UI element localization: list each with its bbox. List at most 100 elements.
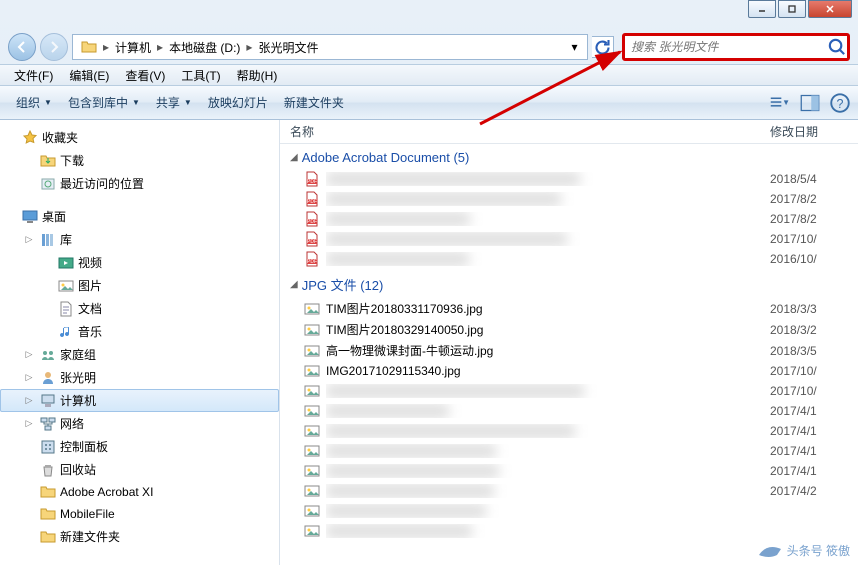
file-row[interactable]: TIM图片20180331170936.jpg2018/3/3 — [280, 298, 858, 319]
sidebar-item-图片[interactable]: 图片 — [0, 274, 279, 297]
back-button[interactable] — [8, 33, 36, 61]
expand-icon[interactable] — [22, 154, 36, 168]
share-button[interactable]: 共享▼ — [148, 90, 200, 115]
chevron-down-icon: ▼ — [132, 98, 140, 107]
file-row[interactable]: x2017/10/ — [280, 381, 858, 401]
menu-help[interactable]: 帮助(H) — [229, 65, 286, 86]
file-list[interactable]: 名称 修改日期 ◢Adobe Acrobat Document (5)PDFx2… — [280, 120, 858, 565]
group-header[interactable]: ◢Adobe Acrobat Document (5) — [280, 144, 858, 169]
chevron-right-icon: ▸ — [246, 40, 252, 54]
forward-button[interactable] — [40, 33, 68, 61]
file-row[interactable]: PDFx2018/5/4 — [280, 169, 858, 189]
file-row[interactable]: IMG20171029115340.jpg2017/10/ — [280, 361, 858, 381]
file-row[interactable]: x — [280, 521, 858, 541]
expand-icon[interactable] — [22, 177, 36, 191]
expand-icon[interactable]: ▷ — [22, 233, 36, 247]
preview-pane-button[interactable] — [800, 93, 820, 113]
sidebar-item-计算机[interactable]: ▷计算机 — [0, 389, 279, 412]
group-header[interactable]: ◢JPG 文件 (12) — [280, 269, 858, 298]
sidebar-item-音乐[interactable]: 音乐 — [0, 320, 279, 343]
column-header[interactable]: 名称 修改日期 — [280, 120, 858, 144]
expand-icon[interactable] — [40, 302, 54, 316]
column-name[interactable]: 名称 — [290, 123, 770, 140]
expand-icon[interactable] — [4, 210, 18, 224]
sidebar-item-最近访问的位置[interactable]: 最近访问的位置 — [0, 172, 279, 195]
help-button[interactable]: ? — [830, 93, 850, 113]
user-icon — [40, 370, 56, 386]
maximize-button[interactable] — [778, 0, 806, 18]
search-box-highlight — [622, 33, 850, 61]
address-bar[interactable]: ▸ 计算机 ▸ 本地磁盘 (D:) ▸ 张光明文件 ▾ — [72, 34, 588, 60]
refresh-button[interactable] — [592, 36, 614, 58]
breadcrumb-computer[interactable]: 计算机 — [111, 37, 155, 58]
sidebar[interactable]: 收藏夹下载最近访问的位置桌面▷库视频图片文档音乐▷家庭组▷张光明▷计算机▷网络控… — [0, 120, 280, 565]
minimize-button[interactable] — [748, 0, 776, 18]
expand-icon[interactable] — [22, 485, 36, 499]
sidebar-item-控制面板[interactable]: 控制面板 — [0, 435, 279, 458]
sidebar-item-网络[interactable]: ▷网络 — [0, 412, 279, 435]
file-row[interactable]: x2017/4/1 — [280, 401, 858, 421]
sidebar-item-label: 最近访问的位置 — [60, 175, 144, 192]
expand-icon[interactable]: ▷ — [22, 394, 36, 408]
sidebar-item-label: 下载 — [60, 152, 84, 169]
newfolder-button[interactable]: 新建文件夹 — [276, 90, 352, 115]
sidebar-item-库[interactable]: ▷库 — [0, 228, 279, 251]
sidebar-item-收藏夹[interactable]: 收藏夹 — [0, 126, 279, 149]
expand-icon[interactable] — [22, 463, 36, 477]
menu-file[interactable]: 文件(F) — [6, 65, 61, 86]
file-row[interactable]: PDFx2017/8/2 — [280, 189, 858, 209]
search-input[interactable] — [625, 36, 827, 58]
file-row[interactable]: PDFx2017/8/2 — [280, 209, 858, 229]
file-row[interactable]: TIM图片20180329140050.jpg2018/3/2 — [280, 319, 858, 340]
slideshow-button[interactable]: 放映幻灯片 — [200, 90, 276, 115]
expand-icon[interactable] — [40, 325, 54, 339]
sidebar-item-桌面[interactable]: 桌面 — [0, 205, 279, 228]
breadcrumb-drive[interactable]: 本地磁盘 (D:) — [165, 37, 244, 58]
expand-icon[interactable]: ▷ — [22, 371, 36, 385]
address-dropdown[interactable]: ▾ — [565, 36, 583, 58]
file-row[interactable]: PDFx2017/10/ — [280, 229, 858, 249]
file-row[interactable]: x2017/4/2 — [280, 481, 858, 501]
breadcrumb-folder[interactable]: 张光明文件 — [254, 37, 322, 58]
menu-edit[interactable]: 编辑(E) — [61, 65, 117, 86]
sidebar-item-张光明[interactable]: ▷张光明 — [0, 366, 279, 389]
pdf-icon: PDF — [304, 171, 320, 187]
organize-button[interactable]: 组织▼ — [8, 90, 60, 115]
expand-icon[interactable] — [40, 256, 54, 270]
expand-icon[interactable]: ▷ — [22, 417, 36, 431]
expand-icon[interactable] — [22, 507, 36, 521]
menu-tools[interactable]: 工具(T) — [173, 65, 228, 86]
pdf-icon: PDF — [304, 231, 320, 247]
file-name: x — [326, 404, 770, 418]
sidebar-item-MobileFile[interactable]: MobileFile — [0, 503, 279, 525]
include-button[interactable]: 包含到库中▼ — [60, 90, 148, 115]
expand-icon[interactable] — [22, 440, 36, 454]
file-name: x — [326, 252, 770, 266]
sidebar-item-视频[interactable]: 视频 — [0, 251, 279, 274]
download-icon — [40, 153, 56, 169]
file-row[interactable]: x2017/4/1 — [280, 461, 858, 481]
expand-icon[interactable] — [40, 279, 54, 293]
file-row[interactable]: x — [280, 501, 858, 521]
sidebar-item-新建文件夹[interactable]: 新建文件夹 — [0, 525, 279, 548]
column-date[interactable]: 修改日期 — [770, 123, 848, 140]
sidebar-item-回收站[interactable]: 回收站 — [0, 458, 279, 481]
sidebar-item-下载[interactable]: 下载 — [0, 149, 279, 172]
file-row[interactable]: PDFx2016/10/ — [280, 249, 858, 269]
search-icon[interactable] — [827, 37, 847, 57]
file-row[interactable]: 高一物理微课封面-牛顿运动.jpg2018/3/5 — [280, 340, 858, 361]
sidebar-item-家庭组[interactable]: ▷家庭组 — [0, 343, 279, 366]
sidebar-item-文档[interactable]: 文档 — [0, 297, 279, 320]
jpg-icon — [304, 363, 320, 379]
file-row[interactable]: x2017/4/1 — [280, 421, 858, 441]
expand-icon[interactable]: ▷ — [22, 348, 36, 362]
expand-icon[interactable] — [4, 131, 18, 145]
sidebar-item-Adobe Acrobat XI[interactable]: Adobe Acrobat XI — [0, 481, 279, 503]
file-row[interactable]: x2017/4/1 — [280, 441, 858, 461]
menu-view[interactable]: 查看(V) — [117, 65, 173, 86]
close-button[interactable] — [808, 0, 852, 18]
file-date: 2017/10/ — [770, 364, 848, 378]
expand-icon[interactable] — [22, 530, 36, 544]
file-date: 2017/4/2 — [770, 484, 848, 498]
view-options-button[interactable]: ▼ — [770, 93, 790, 113]
